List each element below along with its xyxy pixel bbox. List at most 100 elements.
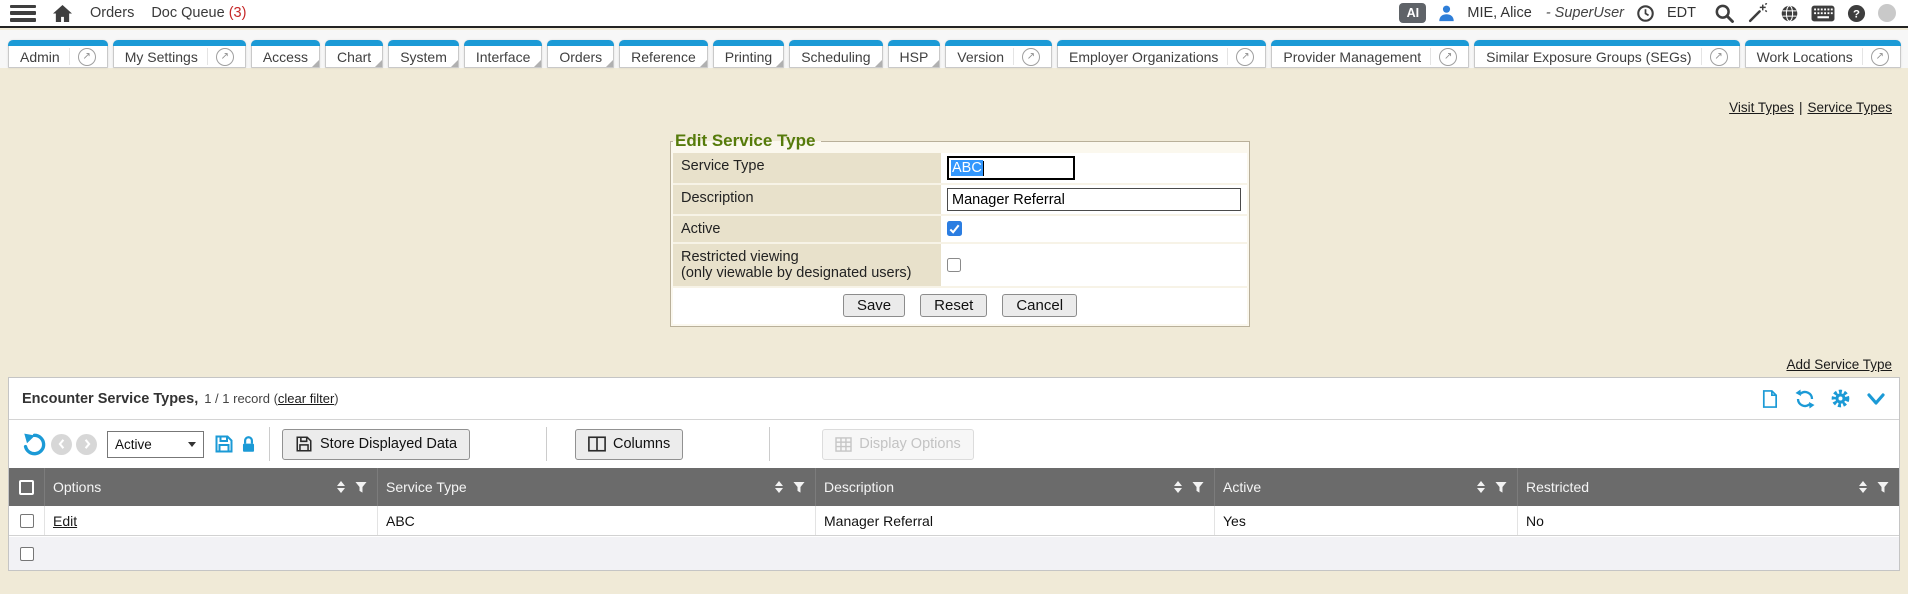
refresh-icon[interactable] (1795, 389, 1815, 409)
active-row: Active (673, 216, 1247, 244)
clear-filter-link[interactable]: clear filter (278, 391, 334, 406)
wand-icon[interactable] (1747, 3, 1768, 24)
lock-icon[interactable] (240, 435, 257, 454)
submenu-fold-icon (875, 60, 882, 67)
filter-icon[interactable] (793, 481, 805, 494)
table-row: Edit ABC Manager Referral Yes No (9, 506, 1899, 536)
tab-printing[interactable]: Printing (713, 40, 784, 68)
globe-icon[interactable] (1780, 4, 1799, 23)
external-link-icon: ↗ (1236, 48, 1254, 66)
form-legend: Edit Service Type (673, 131, 821, 151)
footer-checkbox[interactable] (20, 547, 34, 561)
orders-link[interactable]: Orders (90, 5, 134, 21)
doc-queue-link[interactable]: Doc Queue(3) (151, 5, 246, 21)
row-checkbox[interactable] (20, 514, 34, 528)
grid-icon (835, 437, 852, 452)
tab-orders[interactable]: Orders (547, 40, 614, 68)
column-header-description: Description (824, 479, 1168, 495)
column-header-options: Options (53, 479, 331, 495)
keyboard-icon[interactable] (1811, 5, 1835, 22)
select-all-checkbox[interactable] (19, 480, 34, 495)
save-button[interactable]: Save (843, 294, 905, 317)
filter-icon[interactable] (1877, 481, 1889, 494)
edit-row-link[interactable]: Edit (53, 513, 77, 529)
description-label: Description (673, 185, 941, 216)
next-page-icon[interactable] (76, 434, 97, 455)
tab-admin[interactable]: Admin↗ (8, 40, 108, 68)
column-header-service-type: Service Type (386, 479, 769, 495)
description-row: Description (673, 185, 1247, 216)
tab-employer-organizations[interactable]: Employer Organizations↗ (1057, 40, 1266, 68)
save-filter-icon[interactable] (214, 434, 234, 454)
sort-icon[interactable] (1477, 481, 1485, 494)
restricted-checkbox[interactable] (947, 258, 961, 272)
submenu-fold-icon (312, 60, 319, 67)
tab-similar-exposure-groups[interactable]: Similar Exposure Groups (SEGs)↗ (1474, 40, 1739, 68)
undo-icon[interactable] (22, 432, 47, 457)
ai-badge[interactable]: AI (1399, 3, 1426, 23)
store-displayed-data-button[interactable]: Store Displayed Data (282, 429, 470, 460)
collapse-chevron-icon[interactable] (1866, 391, 1886, 407)
add-service-type-link[interactable]: Add Service Type (1786, 357, 1892, 372)
hamburger-menu-icon[interactable] (10, 5, 36, 22)
description-input[interactable] (947, 188, 1241, 211)
filter-icon[interactable] (1495, 481, 1507, 494)
gear-icon[interactable] (1831, 389, 1850, 408)
submenu-fold-icon (932, 60, 939, 67)
doc-queue-count: (3) (229, 5, 247, 21)
sort-icon[interactable] (775, 481, 783, 494)
user-name[interactable]: MIE, Alice (1467, 5, 1531, 21)
filter-icon[interactable] (355, 481, 367, 494)
service-type-input[interactable]: ABC (947, 156, 1075, 180)
columns-button[interactable]: Columns (575, 429, 683, 460)
record-count: 1 / 1 record ( (204, 391, 278, 406)
visit-types-link[interactable]: Visit Types (1729, 100, 1794, 115)
restricted-row: Restricted viewing(only viewable by desi… (673, 244, 1247, 288)
prev-page-icon[interactable] (51, 434, 72, 455)
external-link-icon: ↗ (1871, 48, 1889, 66)
svg-text:?: ? (1853, 8, 1860, 20)
external-link-icon: ↗ (1439, 48, 1457, 66)
external-link-icon: ↗ (78, 48, 96, 66)
submenu-fold-icon (451, 60, 458, 67)
columns-icon (588, 436, 606, 452)
filter-icon[interactable] (1192, 481, 1204, 494)
tab-my-settings[interactable]: My Settings↗ (113, 40, 246, 68)
search-icon[interactable] (1714, 3, 1735, 24)
status-filter-select[interactable]: Active (107, 431, 204, 458)
tab-system[interactable]: System (388, 40, 459, 68)
tab-hsp[interactable]: HSP (888, 40, 941, 68)
tab-reference[interactable]: Reference (619, 40, 708, 68)
column-header-restricted: Restricted (1526, 479, 1853, 495)
top-bar-right: AI MIE, Alice - SuperUser EDT ? (1399, 0, 1896, 26)
help-icon[interactable]: ? (1847, 4, 1866, 23)
tab-interface[interactable]: Interface (464, 40, 542, 68)
user-icon (1438, 4, 1455, 22)
service-types-link[interactable]: Service Types (1807, 100, 1892, 115)
restricted-label: Restricted viewing(only viewable by desi… (673, 244, 941, 288)
tab-version[interactable]: Version↗ (945, 40, 1052, 68)
grid-toolbar: Active Store Displayed Data Columns Disp… (9, 421, 1899, 467)
tab-provider-management[interactable]: Provider Management↗ (1271, 40, 1469, 68)
tab-access[interactable]: Access (251, 40, 320, 68)
new-document-icon[interactable] (1760, 389, 1779, 409)
avatar-circle[interactable] (1878, 4, 1896, 22)
clock-icon[interactable] (1636, 4, 1655, 23)
sort-icon[interactable] (337, 481, 345, 494)
tab-work-locations[interactable]: Work Locations↗ (1745, 40, 1901, 68)
table-footer-row (9, 537, 1899, 570)
save-icon (295, 435, 313, 453)
active-label: Active (673, 216, 941, 244)
panel-title: Encounter Service Types, (22, 391, 198, 407)
sort-icon[interactable] (1859, 481, 1867, 494)
form-buttons: Save Reset Cancel (673, 288, 1247, 324)
active-checkbox[interactable] (947, 221, 962, 236)
sort-icon[interactable] (1174, 481, 1182, 494)
cancel-button[interactable]: Cancel (1002, 294, 1077, 317)
tab-scheduling[interactable]: Scheduling (789, 40, 882, 68)
home-icon[interactable] (52, 4, 73, 23)
tab-chart[interactable]: Chart (325, 40, 383, 68)
service-type-row: Service Type ABC (673, 153, 1247, 185)
user-role: - SuperUser (1546, 5, 1624, 21)
reset-button[interactable]: Reset (920, 294, 987, 317)
